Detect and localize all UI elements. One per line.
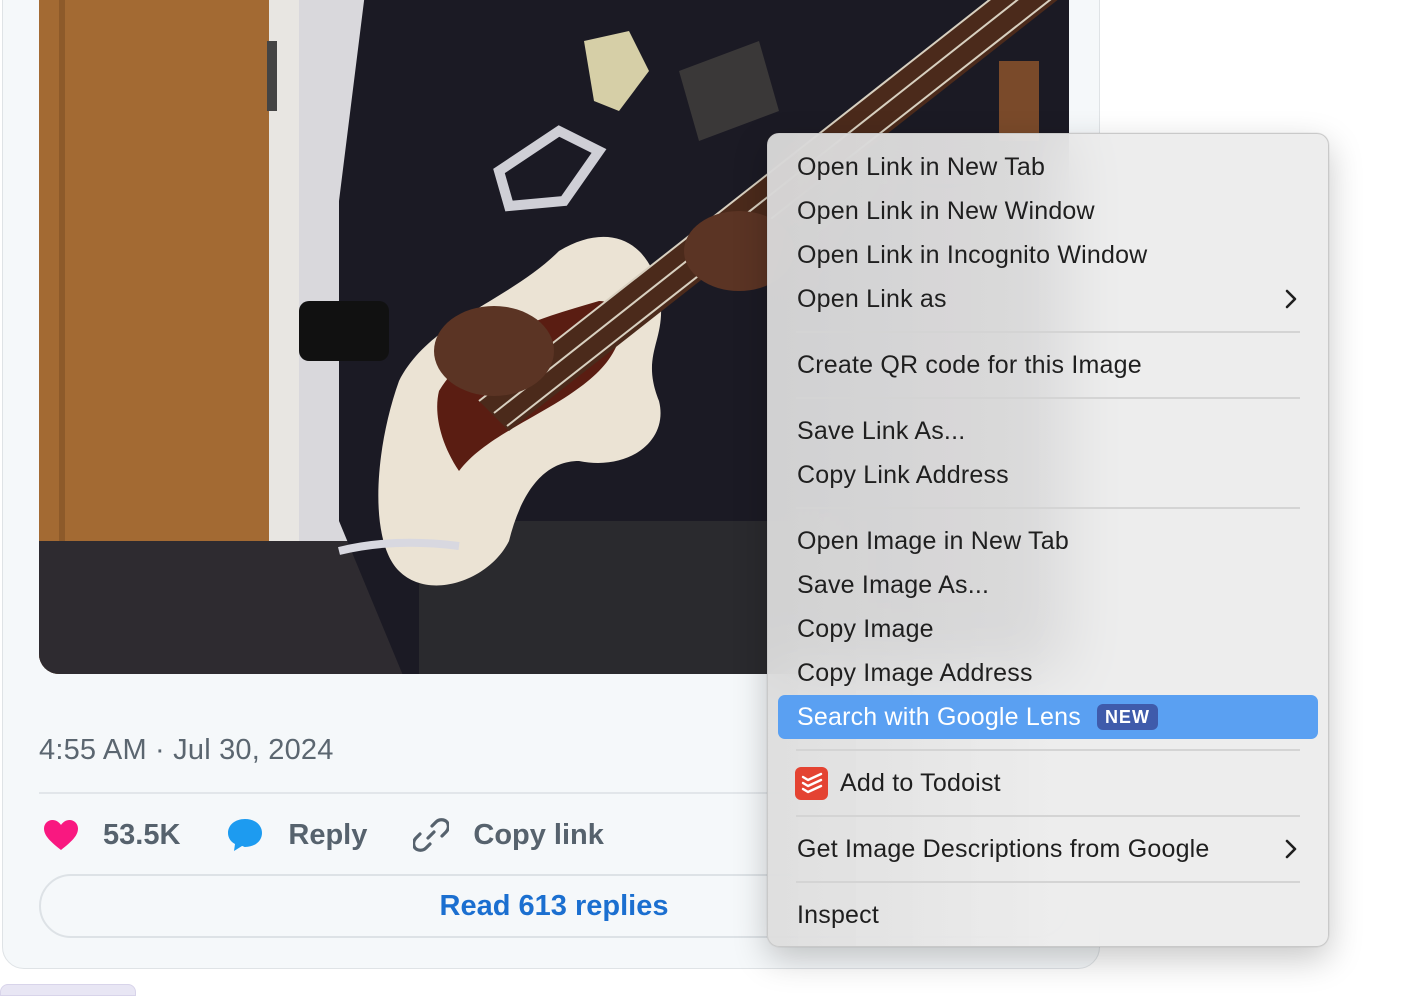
menu-item-label: Search with Google Lens xyxy=(797,702,1081,731)
menu-separator xyxy=(796,497,1300,519)
menu-item-label: Open Link in New Tab xyxy=(797,152,1046,181)
tweet-actions: 53.5K Reply Copy link xyxy=(43,813,650,857)
menu-item-label: Open Link in New Window xyxy=(797,196,1095,225)
menu-item-save-image-as[interactable]: Save Image As... xyxy=(778,563,1318,607)
copy-link-label: Copy link xyxy=(473,818,604,851)
menu-item-inspect[interactable]: Inspect xyxy=(778,893,1318,937)
menu-separator xyxy=(796,321,1300,343)
menu-separator xyxy=(796,387,1300,409)
chevron-right-icon xyxy=(1284,838,1298,860)
menu-item-open-link-new-tab[interactable]: Open Link in New Tab xyxy=(778,145,1318,189)
menu-item-get-image-descriptions[interactable]: Get Image Descriptions from Google xyxy=(778,827,1318,871)
menu-item-open-link-incognito[interactable]: Open Link in Incognito Window xyxy=(778,233,1318,277)
copy-link-button[interactable]: Copy link xyxy=(413,817,604,853)
todoist-icon xyxy=(795,766,828,800)
chevron-right-icon xyxy=(1284,288,1298,310)
tweet-timestamp[interactable]: 4:55 AM · Jul 30, 2024 xyxy=(39,734,334,767)
speech-bubble-icon xyxy=(226,817,264,853)
menu-item-label: Open Image in New Tab xyxy=(797,526,1069,555)
menu-item-copy-link-address[interactable]: Copy Link Address xyxy=(778,453,1318,497)
reply-button[interactable]: Reply xyxy=(226,817,367,853)
reply-label: Reply xyxy=(288,818,368,851)
menu-item-search-google-lens[interactable]: Search with Google Lens NEW xyxy=(778,695,1318,739)
menu-item-label: Save Link As... xyxy=(797,416,966,445)
menu-item-add-to-todoist[interactable]: Add to Todoist xyxy=(778,761,1318,805)
menu-item-label: Add to Todoist xyxy=(840,768,1001,797)
menu-item-open-image-new-tab[interactable]: Open Image in New Tab xyxy=(778,519,1318,563)
menu-item-save-link-as[interactable]: Save Link As... xyxy=(778,409,1318,453)
next-element-stub xyxy=(0,984,136,996)
menu-item-label: Create QR code for this Image xyxy=(797,350,1142,379)
context-menu: Open Link in New Tab Open Link in New Wi… xyxy=(767,133,1329,947)
menu-item-label: Inspect xyxy=(797,900,880,929)
menu-item-label: Open Link as xyxy=(797,284,947,313)
menu-separator xyxy=(796,805,1300,827)
menu-item-label: Copy Image xyxy=(797,614,934,643)
menu-separator xyxy=(796,871,1300,893)
like-count: 53.5K xyxy=(103,818,181,851)
new-badge: NEW xyxy=(1096,704,1158,730)
menu-item-create-qr-code[interactable]: Create QR code for this Image xyxy=(778,343,1318,387)
menu-item-copy-image-address[interactable]: Copy Image Address xyxy=(778,651,1318,695)
like-button[interactable]: 53.5K xyxy=(43,819,180,852)
link-icon xyxy=(413,817,450,853)
menu-item-label: Copy Image Address xyxy=(797,658,1033,687)
menu-item-open-link-as[interactable]: Open Link as xyxy=(778,277,1318,321)
menu-item-label: Copy Link Address xyxy=(797,460,1009,489)
menu-item-label: Open Link in Incognito Window xyxy=(797,240,1148,269)
read-replies-label: Read 613 replies xyxy=(439,889,669,922)
menu-item-label: Save Image As... xyxy=(797,570,990,599)
heart-icon xyxy=(43,819,79,851)
menu-item-copy-image[interactable]: Copy Image xyxy=(778,607,1318,651)
menu-separator xyxy=(796,739,1300,761)
menu-item-label: Get Image Descriptions from Google xyxy=(797,834,1210,863)
menu-item-open-link-new-window[interactable]: Open Link in New Window xyxy=(778,189,1318,233)
